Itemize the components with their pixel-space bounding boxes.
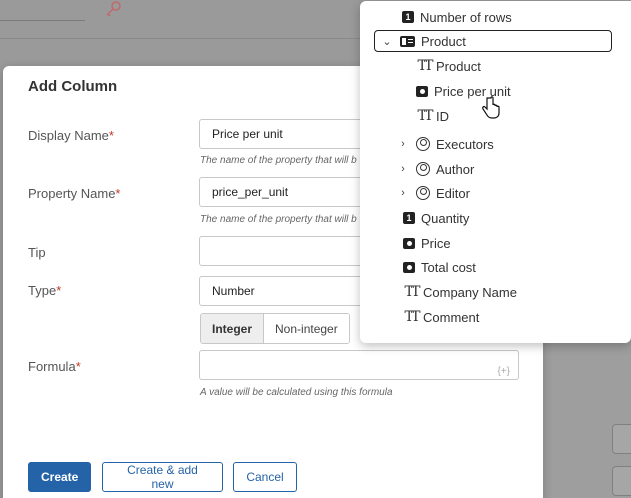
background-divider (0, 20, 85, 21)
text-icon: TT (417, 58, 434, 74)
tree-item-id[interactable]: TT ID (414, 105, 449, 127)
dialog-title: Add Column (28, 78, 118, 95)
tree-item-company-name[interactable]: TT Company Name (401, 281, 517, 303)
tree-item-label: Product (436, 58, 481, 74)
tree-item-label: Number of rows (420, 9, 512, 25)
create-button[interactable]: Create (28, 462, 91, 492)
tree-item-author[interactable]: › Author (398, 158, 474, 180)
user-icon (416, 137, 430, 151)
formula-input[interactable]: {+} (199, 350, 519, 380)
text-icon: TT (404, 284, 421, 300)
formula-hint: A value will be calculated using this fo… (200, 387, 393, 398)
non-integer-option[interactable]: Non-integer (264, 314, 349, 343)
text-icon: TT (404, 309, 421, 325)
money-icon (416, 85, 428, 97)
tree-item-quantity[interactable]: 1 Quantity (403, 207, 469, 229)
tree-item-product-name[interactable]: TT Product (414, 55, 481, 77)
tree-item-total-cost[interactable]: Total cost (403, 256, 476, 278)
number-icon: 1 (402, 11, 414, 23)
display-name-hint: The name of the property that will b (200, 155, 357, 166)
tree-item-label: Product (421, 33, 466, 49)
tree-item-label: Price (421, 235, 451, 251)
tree-item-label: Executors (436, 136, 494, 152)
text-icon: TT (417, 108, 434, 124)
cancel-button[interactable]: Cancel (233, 462, 297, 492)
tree-item-executors[interactable]: › Executors (398, 133, 494, 155)
tree-item-label: Comment (423, 309, 480, 325)
money-icon (403, 237, 415, 249)
number-kind-toggle: Integer Non-integer (200, 313, 350, 344)
tree-item-label: Company Name (423, 284, 517, 300)
tree-item-label: Editor (436, 185, 470, 201)
tree-item-number-of-rows[interactable]: 1 Number of rows (402, 6, 512, 28)
user-icon (416, 186, 430, 200)
property-name-hint: The name of the property that will b (200, 214, 357, 225)
tree-item-comment[interactable]: TT Comment (401, 306, 480, 328)
chevron-right-icon[interactable]: › (398, 163, 408, 175)
tree-item-label: Quantity (421, 210, 470, 226)
property-name-label: Property Name* (28, 186, 121, 201)
number-icon: 1 (403, 212, 415, 224)
integer-option[interactable]: Integer (201, 314, 265, 343)
create-add-new-button[interactable]: Create & add new (102, 462, 223, 492)
tip-label: Tip (28, 245, 46, 260)
chevron-right-icon[interactable]: › (398, 138, 408, 150)
background-side-button (612, 424, 631, 454)
tree-item-price[interactable]: Price (403, 232, 451, 254)
tree-item-label: Author (436, 161, 475, 177)
tree-item-product[interactable]: ⌄ Product (374, 30, 612, 52)
key-icon (106, 1, 121, 17)
field-picker-dropdown: 1 Number of rows ⌄ Product TT Product Pr… (360, 1, 631, 343)
tree-item-label: ID (436, 108, 449, 124)
type-label: Type* (28, 283, 62, 298)
tree-item-editor[interactable]: › Editor (398, 182, 470, 204)
background-side-button (612, 466, 631, 496)
object-icon (400, 35, 415, 47)
background-divider (0, 38, 360, 39)
insert-field-icon[interactable]: {+} (497, 358, 510, 386)
chevron-down-icon[interactable]: ⌄ (382, 36, 392, 48)
formula-label: Formula* (28, 359, 81, 374)
display-name-label: Display Name* (28, 128, 114, 143)
chevron-right-icon[interactable]: › (398, 187, 408, 199)
tree-item-label: Total cost (421, 259, 476, 275)
money-icon (403, 261, 415, 273)
user-icon (416, 162, 430, 176)
hand-cursor-icon (482, 96, 500, 119)
